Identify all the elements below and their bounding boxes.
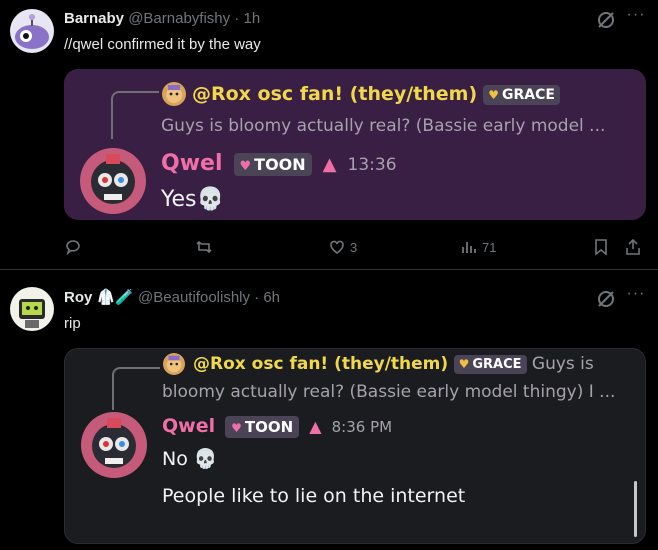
guild-tag: ♥ GRACE [453,354,527,374]
message-time: 13:36 [347,155,397,175]
share-button[interactable] [624,237,642,257]
message-text: Yes💀 [161,187,224,212]
post-barnaby[interactable]: Barnaby @Barnabyfishy · 1h ··· //qwel co… [0,0,658,270]
post-text: //qwel confirmed it by the way [64,36,261,53]
role-icon: ▲ [309,417,322,436]
referenced-username: @Rox osc fan! (they/them) [192,83,478,105]
message-header: Qwel ♥ TOON ▲ 8:36 PM [162,415,392,438]
author-name: Qwel [162,415,216,437]
referenced-message-header: @Rox osc fan! (they/them) ♥ GRACE Guys is [193,354,594,374]
bookmark-button[interactable] [592,237,610,257]
repost-button[interactable] [195,237,213,257]
guild-tag: ♥ GRACE [483,84,560,105]
referenced-message-text: bloomy actually real? (Bassie early mode… [162,382,616,402]
discord-screenshot[interactable]: @Rox osc fan! (they/them) ♥ GRACE Guys is… [64,348,646,544]
reply-button[interactable] [64,237,82,257]
author-avatar [78,146,148,216]
discord-screenshot[interactable]: @Rox osc fan! (they/them) ♥ GRACE Guys is… [64,69,646,220]
scrollbar[interactable] [634,481,637,537]
guild-tag: ♥ TOON [233,152,312,176]
more-options-icon[interactable]: ··· [626,7,646,28]
post-time[interactable]: · 6h [254,289,280,306]
role-icon: ▲ [322,154,337,175]
message-header: Qwel ♥ TOON ▲ 13:36 [161,151,397,176]
views-button[interactable]: 71 [460,237,496,257]
display-name[interactable]: Barnaby [64,10,124,27]
message-time: 8:36 PM [331,418,393,436]
like-button[interactable]: 3 [328,237,357,257]
like-count: 3 [350,239,358,255]
author-name: Qwel [161,151,223,176]
post-time[interactable]: · 1h [234,10,260,27]
reply-icon [66,240,80,256]
referenced-user-avatar [163,353,185,375]
action-bar: 3 71 [64,237,646,257]
message-text: No 💀 [162,448,218,470]
avatar[interactable] [10,9,54,53]
referenced-user-avatar [162,82,186,106]
grok-icon[interactable] [596,10,616,30]
referenced-message-text-start: Guys is [531,354,594,374]
post-header: Barnaby @Barnabyfishy · 1h [64,10,260,27]
message-text: People like to lie on the internet [162,485,466,507]
post-text: rip [64,315,81,332]
heart-icon [330,240,344,254]
bookmark-icon [595,239,607,256]
user-handle[interactable]: @Beautifoolishly [138,289,250,306]
reply-connector [111,91,159,139]
more-options-icon[interactable]: ··· [626,286,646,307]
reply-connector [112,367,160,415]
share-icon [626,238,640,255]
view-count: 71 [482,239,497,255]
referenced-message-text: Guys is bloomy actually real? (Bassie ea… [161,116,606,136]
author-avatar [79,410,149,480]
post-header: Roy 🥼🧪 @Beautifoolishly · 6h [64,288,280,306]
referenced-username: @Rox osc fan! (they/them) [193,354,449,374]
repost-icon [196,240,212,254]
views-icon [462,242,476,253]
grok-icon[interactable] [596,289,616,309]
guild-tag: ♥ TOON [225,415,300,438]
name-emoji: 🥼🧪 [96,289,134,306]
display-name[interactable]: Roy [64,289,92,306]
avatar[interactable] [10,287,54,331]
user-handle[interactable]: @Barnabyfishy [128,10,230,27]
referenced-message-header: @Rox osc fan! (they/them) ♥ GRACE [192,83,560,105]
